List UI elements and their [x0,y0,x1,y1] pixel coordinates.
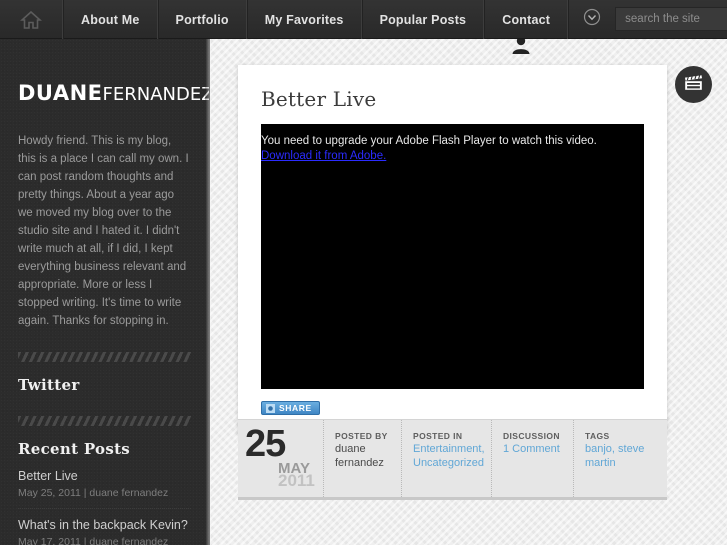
share-icon [266,403,275,413]
logo-thin-part: FERNANDEZ [102,84,210,105]
nav-label: About Me [81,12,140,27]
post-meta-bar: 25 MAY 2011 POSTED BY duane fernandez PO… [238,419,667,500]
sidebar-divider [18,416,191,426]
meta-posted-in: POSTED IN Entertainment, Uncategorized [402,420,492,497]
nav-label: My Favorites [264,12,344,27]
share-button-label: SHARE [279,403,312,413]
post-content-panel: Better Live You need to upgrade your Ado… [238,65,667,435]
category-links[interactable]: Entertainment, Uncategorized [413,443,491,470]
date-year: 2011 [278,471,315,490]
meta-tags: TAGS banjo, steve martin [574,420,666,497]
sidebar-intro-text: Howdy friend. This is my blog, this is a… [18,135,189,327]
video-player[interactable]: You need to upgrade your Adobe Flash Pla… [261,124,644,389]
post-title-link[interactable]: Better Live [18,468,191,484]
top-navigation-bar: About Me Portfolio My Favorites Popular … [0,0,727,39]
meta-label: TAGS [585,431,610,441]
nav-item-popular-posts[interactable]: Popular Posts [361,0,485,39]
flash-download-link[interactable]: Download it from Adobe. [261,149,644,164]
recent-posts-list: Better Live May 25, 2011 | duane fernand… [18,468,191,545]
logo-bold-part: DUANE [18,81,103,105]
search-box[interactable] [615,7,727,31]
sidebar-heading-twitter: Twitter [18,376,80,394]
sidebar-edge-shadow [205,39,211,545]
post-meta: May 17, 2011 | duane fernandez [18,536,169,545]
site-logo[interactable]: DUANEFERNANDEZ [18,81,209,105]
home-icon [19,10,43,30]
nav-label: Popular Posts [379,12,467,27]
list-item[interactable]: What's in the backpack Kevin? May 17, 20… [18,508,191,545]
post-format-badge[interactable] [675,66,712,103]
nav-item-contact[interactable]: Contact [484,0,569,39]
list-item[interactable]: Better Live May 25, 2011 | duane fernand… [18,468,191,508]
nav-item-portfolio[interactable]: Portfolio [157,0,247,39]
nav-item-about-me[interactable]: About Me [63,0,158,39]
meta-label: POSTED BY [335,431,388,441]
nav-dropdown-button[interactable] [568,0,613,38]
sidebar-heading-recent-posts: Recent Posts [18,440,131,458]
meta-label: DISCUSSION [503,431,560,441]
post-title-link[interactable]: What's in the backpack Kevin? [18,517,191,533]
chevron-down-circle-icon [583,8,601,31]
sidebar-divider [18,352,191,362]
post-meta: May 25, 2011 | duane fernandez [18,487,169,499]
post-date: 25 MAY 2011 [238,420,324,497]
clapperboard-icon [683,73,704,97]
search-input[interactable] [625,13,727,25]
sidebar: DUANEFERNANDEZ Howdy friend. This is my … [0,39,210,545]
nav-label: Portfolio [175,12,229,27]
nav-item-my-favorites[interactable]: My Favorites [246,0,362,39]
meta-value: duane fernandez [335,443,384,469]
page-title: Better Live [261,87,377,111]
flash-upgrade-message: You need to upgrade your Adobe Flash Pla… [261,134,644,164]
search-container [615,0,727,38]
meta-posted-by: POSTED BY duane fernandez [324,420,402,497]
flash-message-text: You need to upgrade your Adobe Flash Pla… [261,135,597,147]
nav-home-button[interactable] [0,0,63,39]
meta-discussion: DISCUSSION 1 Comment [492,420,574,497]
comments-link[interactable]: 1 Comment [503,443,573,457]
share-button[interactable]: SHARE [261,401,320,415]
tag-links[interactable]: banjo, steve martin [585,443,666,470]
meta-label: POSTED IN [413,431,463,441]
nav-label: Contact [502,12,551,27]
